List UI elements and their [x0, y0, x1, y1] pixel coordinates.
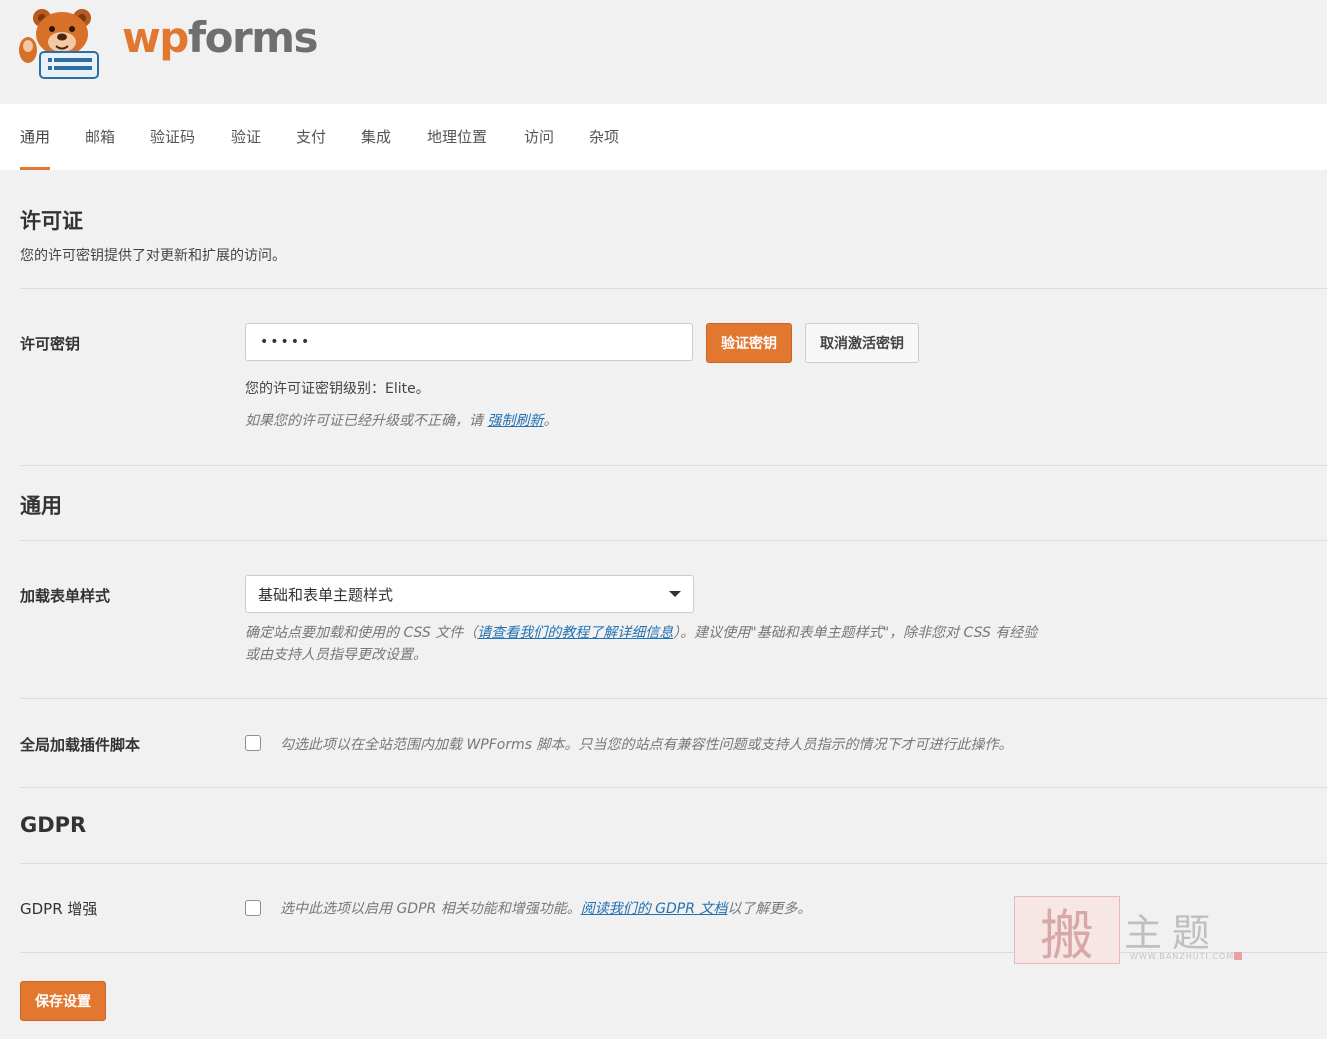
header: wpforms — [0, 0, 1327, 104]
license-description: 您的许可密钥提供了对更新和扩展的访问。 — [20, 248, 286, 264]
refresh-hint-suffix: 。 — [543, 413, 558, 429]
force-refresh-link[interactable]: 强制刷新 — [487, 413, 543, 429]
gdpr-checkbox[interactable] — [245, 900, 261, 916]
refresh-hint-prefix: 如果您的许可证已经升级或不正确，请 — [245, 413, 483, 429]
settings-tabs: 通用 邮箱 验证码 验证 支付 集成 地理位置 访问 杂项 — [0, 104, 1327, 170]
tab-misc[interactable]: 杂项 — [589, 104, 619, 170]
form-style-select[interactable]: 基础和表单主题样式 — [245, 575, 694, 613]
style-hint-line2: 或由支持人员指导更改设置。 — [245, 647, 427, 663]
style-hint-suffix: ）。建议使用"基础和表单主题样式"，除非您对 CSS 有经验 — [673, 625, 1038, 641]
verify-key-button[interactable]: 验证密钥 — [706, 323, 792, 363]
global-scripts-text: 勾选此项以在全站范围内加载 WPForms 脚本。只当您的站点有兼容性问题或支持… — [280, 737, 1013, 753]
tab-general[interactable]: 通用 — [20, 104, 51, 170]
divider — [20, 787, 1327, 788]
license-key-label: 许可密钥 — [20, 335, 81, 353]
license-key-input[interactable] — [245, 323, 693, 361]
gdpr-docs-link[interactable]: 阅读我们的 GDPR 文档 — [581, 901, 728, 917]
tab-email[interactable]: 邮箱 — [85, 104, 115, 170]
gdpr-heading: GDPR — [20, 813, 87, 837]
watermark-seal: 搬 — [1014, 896, 1120, 967]
divider — [20, 288, 1327, 289]
form-style-hint: 确定站点要加载和使用的 CSS 文件（请查看我们的教程了解详细信息）。建议使用"… — [245, 622, 1145, 666]
global-scripts-label: 全局加载插件脚本 — [20, 736, 141, 754]
wpforms-logo[interactable]: wpforms — [18, 6, 318, 80]
tab-access[interactable]: 访问 — [524, 104, 554, 170]
save-settings-button[interactable]: 保存设置 — [20, 981, 106, 1021]
global-scripts-checkbox[interactable] — [245, 735, 261, 751]
divider — [20, 465, 1327, 466]
gdpr-text: 选中此选项以启用 GDPR 相关功能和增强功能。阅读我们的 GDPR 文档以了解… — [280, 898, 811, 918]
license-refresh-hint: 如果您的许可证已经升级或不正确，请 强制刷新。 — [245, 410, 557, 432]
tab-integrations[interactable]: 集成 — [361, 104, 391, 170]
gdpr-enhancements-label: GDPR 增强 — [20, 900, 98, 918]
watermark-text: 主题 — [1124, 911, 1221, 955]
tab-payments[interactable]: 支付 — [296, 104, 326, 170]
general-heading: 通用 — [20, 494, 62, 518]
tab-validation[interactable]: 验证 — [231, 104, 261, 170]
logo-wordmark: wpforms — [122, 17, 318, 59]
license-heading: 许可证 — [20, 209, 83, 233]
divider — [20, 863, 1327, 864]
logo-forms: forms — [187, 13, 319, 62]
bear-mascot-icon — [19, 9, 99, 79]
watermark: 搬 主题 WWW.BANZHUTI.COM — [1014, 896, 1244, 967]
chevron-down-icon — [669, 591, 681, 597]
logo-wp: wp — [122, 13, 189, 62]
style-hint-prefix: 确定站点要加载和使用的 CSS 文件（ — [245, 625, 478, 641]
form-style-value: 基础和表单主题样式 — [258, 585, 394, 604]
tab-geolocation[interactable]: 地理位置 — [427, 104, 487, 170]
watermark-dot — [1234, 952, 1242, 960]
watermark-url: WWW.BANZHUTI.COM — [1130, 952, 1235, 961]
license-level-text: 您的许可证密钥级别：Elite。 — [245, 381, 430, 397]
tab-captcha[interactable]: 验证码 — [150, 104, 195, 170]
gdpr-text-suffix: 以了解更多。 — [727, 901, 812, 917]
divider — [20, 698, 1327, 699]
form-style-label: 加载表单样式 — [20, 587, 111, 605]
divider — [20, 540, 1327, 541]
tutorial-link[interactable]: 请查看我们的教程了解详细信息 — [477, 625, 673, 641]
deactivate-key-button[interactable]: 取消激活密钥 — [805, 323, 919, 363]
gdpr-text-prefix: 选中此选项以启用 GDPR 相关功能和增强功能。 — [280, 901, 581, 917]
